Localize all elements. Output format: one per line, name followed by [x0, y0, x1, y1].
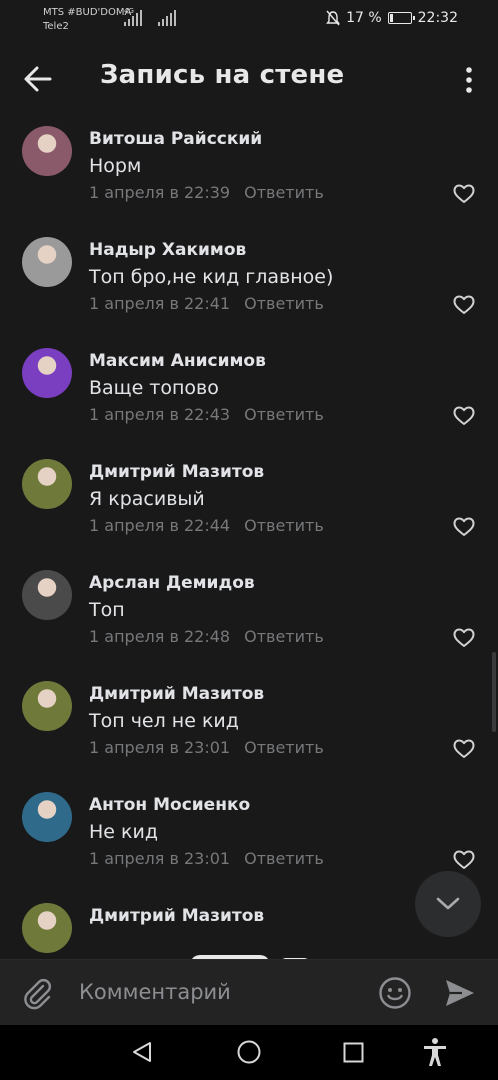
- comment-author[interactable]: Дмитрий Мазитов: [89, 462, 264, 482]
- comment-author[interactable]: Максим Анисимов: [89, 351, 266, 371]
- carrier-2: Tele2: [43, 21, 69, 32]
- comment-text: Не кид: [89, 821, 158, 843]
- heart-outline-icon[interactable]: [453, 406, 475, 426]
- comment-author[interactable]: Арслан Демидов: [89, 573, 255, 593]
- battery-percent: 17 %: [346, 10, 382, 26]
- comment-time: 1 апреля в 22:43: [89, 405, 231, 424]
- nav-back-icon[interactable]: [131, 1041, 153, 1063]
- carrier-1: MTS #BUD'DOMA: [43, 7, 132, 18]
- avatar[interactable]: [22, 126, 72, 176]
- comment-time: 1 апреля в 23:01: [89, 849, 231, 868]
- send-icon[interactable]: [444, 978, 476, 1008]
- reply-button[interactable]: Ответить: [244, 183, 324, 202]
- comment-meta: 1 апреля в 23:01 Ответить: [89, 849, 324, 868]
- avatar[interactable]: [22, 681, 72, 731]
- comment-time: 1 апреля в 23:01: [89, 738, 231, 757]
- heart-outline-icon[interactable]: [453, 184, 475, 204]
- comment-meta: 1 апреля в 22:41 Ответить: [89, 294, 324, 313]
- comment-author[interactable]: Надыр Хакимов: [89, 240, 246, 260]
- comment-composer: Комментарий: [0, 959, 498, 1025]
- comment-meta: 1 апреля в 22:39 Ответить: [89, 183, 324, 202]
- back-arrow-icon[interactable]: [22, 62, 56, 96]
- heart-outline-icon[interactable]: [453, 850, 475, 870]
- comment-input[interactable]: Комментарий: [79, 980, 231, 1004]
- more-vertical-icon[interactable]: [464, 66, 474, 94]
- scrollbar[interactable]: [492, 652, 496, 732]
- comment-text: Я красивый: [89, 488, 205, 510]
- comment-item: Максим Анисимов Ваще топово 1 апреля в 2…: [0, 340, 498, 451]
- page-title: Запись на стене: [100, 60, 345, 90]
- comment-author[interactable]: Витоша Райсский: [89, 129, 262, 149]
- avatar[interactable]: [22, 348, 72, 398]
- battery-icon: [387, 12, 415, 24]
- comment-time: 1 апреля в 22:41: [89, 294, 231, 313]
- scroll-down-button[interactable]: [415, 871, 481, 937]
- reply-button[interactable]: Ответить: [244, 627, 324, 646]
- avatar[interactable]: [22, 903, 72, 953]
- reply-button[interactable]: Ответить: [244, 738, 324, 757]
- heart-outline-icon[interactable]: [453, 517, 475, 537]
- heart-outline-icon[interactable]: [453, 739, 475, 759]
- reply-button[interactable]: Ответить: [244, 405, 324, 424]
- nav-home-icon[interactable]: [237, 1040, 261, 1064]
- comment-item: Дмитрий Мазитов Топ чел не кид 1 апреля …: [0, 673, 498, 784]
- mute-bell-icon: [326, 10, 340, 26]
- comment-author[interactable]: Дмитрий Мазитов: [89, 684, 264, 704]
- comment-item: Арслан Демидов Топ 1 апреля в 22:48 Ответ…: [0, 562, 498, 673]
- heart-outline-icon[interactable]: [453, 628, 475, 648]
- avatar[interactable]: [22, 570, 72, 620]
- reply-button[interactable]: Ответить: [244, 294, 324, 313]
- accessibility-icon[interactable]: [422, 1037, 448, 1067]
- reply-button[interactable]: Ответить: [244, 849, 324, 868]
- comment-meta: 1 апреля в 22:48 Ответить: [89, 627, 324, 646]
- heart-outline-icon[interactable]: [453, 295, 475, 315]
- comment-time: 1 апреля в 22:48: [89, 627, 231, 646]
- comment-item: Дмитрий Мазитов Я красивый 1 апреля в 22…: [0, 451, 498, 562]
- comment-item: Надыр Хакимов Топ бро,не кид главное) 1 …: [0, 229, 498, 340]
- comment-text: Топ бро,не кид главное): [89, 266, 334, 288]
- comment-time: 1 апреля в 22:39: [89, 183, 231, 202]
- avatar[interactable]: [22, 237, 72, 287]
- comment-meta: 1 апреля в 23:01 Ответить: [89, 738, 324, 757]
- chevron-down-icon: [436, 897, 460, 910]
- comment-author[interactable]: Антон Мосиенко: [89, 795, 250, 815]
- comment-time: 1 апреля в 22:44: [89, 516, 231, 535]
- paperclip-icon[interactable]: [22, 978, 54, 1010]
- comment-author[interactable]: Дмитрий Мазитов: [89, 906, 264, 926]
- status-right: 17 % 22:32: [326, 10, 458, 26]
- reply-button[interactable]: Ответить: [244, 516, 324, 535]
- system-nav-bar: [0, 1025, 498, 1080]
- avatar[interactable]: [22, 792, 72, 842]
- comment-text: Топ: [89, 599, 125, 621]
- battery-level: [389, 14, 393, 22]
- comment-meta: 1 апреля в 22:43 Ответить: [89, 405, 324, 424]
- app-header: Запись на стене: [0, 40, 498, 118]
- comment-text: Ваще топово: [89, 377, 219, 399]
- avatar[interactable]: [22, 459, 72, 509]
- signal-icon: [124, 10, 142, 26]
- nav-recent-apps-icon[interactable]: [343, 1042, 364, 1063]
- comment-item: Антон Мосиенко Не кид 1 апреля в 23:01 От…: [0, 784, 498, 895]
- comment-text: Норм: [89, 155, 142, 177]
- comment-text: Топ чел не кид: [89, 710, 239, 732]
- comments-list: Витоша Райсский Норм 1 апреля в 22:39 Отв…: [0, 118, 498, 958]
- smiley-icon[interactable]: [378, 976, 412, 1010]
- signal-icon-2: [158, 10, 176, 26]
- status-bar: MTS #BUD'DOMA Tele2 4G 17 % 22:32: [0, 0, 498, 40]
- clock: 22:32: [417, 10, 458, 26]
- comment-item: Витоша Райсский Норм 1 апреля в 22:39 Отв…: [0, 118, 498, 229]
- comment-meta: 1 апреля в 22:44 Ответить: [89, 516, 324, 535]
